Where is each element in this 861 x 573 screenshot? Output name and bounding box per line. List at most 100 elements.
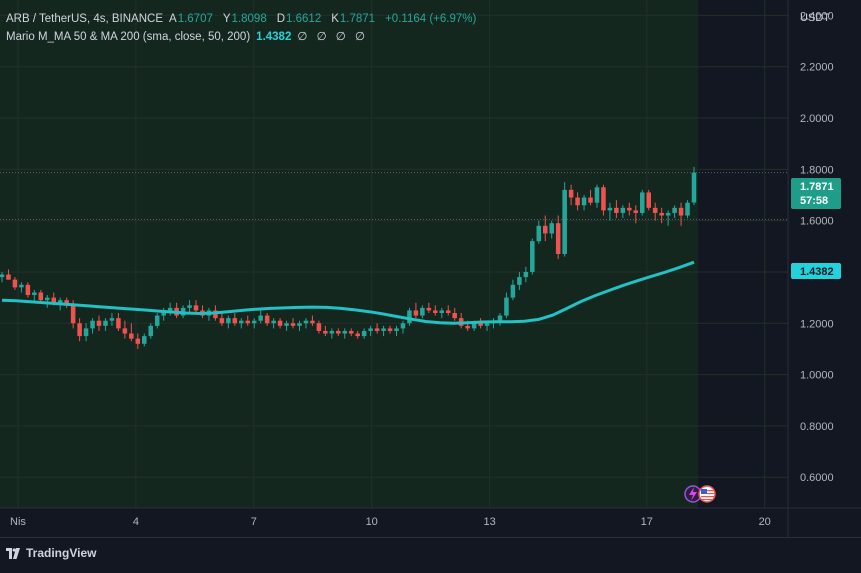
future-background xyxy=(698,0,788,508)
us-flag-canton-icon xyxy=(701,489,707,494)
plot-background xyxy=(0,0,698,508)
candle-body xyxy=(594,187,600,203)
candle-body xyxy=(251,320,257,324)
candle-body xyxy=(562,189,567,254)
price-tick-label: 2.2000 xyxy=(800,62,834,74)
candle-body xyxy=(232,318,238,324)
high-value: 1.8098 xyxy=(231,13,267,25)
candle-body xyxy=(116,318,121,329)
symbol-label[interactable]: ARB / TetherUS, 4s, BINANCE xyxy=(6,10,163,28)
candle-body xyxy=(530,241,535,272)
time-axis[interactable]: Nis 4 7 10 13 17 20 xyxy=(10,516,771,528)
footer-bar: TradingView xyxy=(0,537,861,568)
brand-name[interactable]: TradingView xyxy=(26,546,96,560)
candle-body xyxy=(659,212,664,216)
low-label: D xyxy=(276,13,286,25)
time-tick-label: 4 xyxy=(133,516,139,528)
time-tick-label: 7 xyxy=(251,516,257,528)
indicator-value: 1.4382 xyxy=(256,31,292,43)
candle-body xyxy=(154,315,160,326)
candle-body xyxy=(109,318,115,321)
candle-body xyxy=(665,212,671,216)
candle-body xyxy=(497,315,503,321)
candle-body xyxy=(290,323,296,326)
close-label: K xyxy=(331,13,339,25)
candle-body xyxy=(277,320,283,326)
candle-body xyxy=(6,274,11,280)
us-flag-stripe-icon xyxy=(707,493,714,495)
candle-body xyxy=(510,284,516,298)
candle-body xyxy=(323,330,328,334)
price-tick-label: 1.0000 xyxy=(800,370,834,382)
time-tick-label: 17 xyxy=(641,516,653,528)
candle-body xyxy=(652,207,658,213)
candle-body xyxy=(25,284,31,296)
candle-body xyxy=(387,328,393,331)
price-tick-label: 0.8000 xyxy=(800,421,834,433)
candle-body xyxy=(646,192,651,208)
candle-body xyxy=(12,279,18,288)
countdown-timer: 57:58 xyxy=(800,195,828,207)
open-value: 1.6707 xyxy=(177,13,213,25)
us-flag-stripe-icon xyxy=(702,499,713,501)
price-axis[interactable]: 2.40002.20002.00001.80001.60001.40001.20… xyxy=(800,10,834,484)
open-label: A xyxy=(169,13,177,25)
candle-body xyxy=(135,338,141,344)
candle-body xyxy=(45,297,50,301)
candle-body xyxy=(316,323,322,331)
indicator-name[interactable]: Mario M_MA 50 & MA 200 (sma, close, 50, … xyxy=(6,28,250,46)
candle-body xyxy=(297,323,302,326)
candle-body xyxy=(0,274,5,278)
candle-body xyxy=(122,328,128,334)
chart-legend: ARB / TetherUS, 4s, BINANCE A1.6707 Y1.8… xyxy=(6,10,480,46)
price-badge-value: 1.7871 xyxy=(800,181,834,193)
tradingview-logo-icon[interactable] xyxy=(6,547,20,559)
candle-body xyxy=(342,330,348,334)
candle-body xyxy=(245,320,251,324)
candle-body xyxy=(103,320,108,326)
candle-body xyxy=(83,328,89,337)
candle-body xyxy=(575,197,580,206)
candle-body xyxy=(581,197,587,206)
candle-body xyxy=(142,336,147,344)
indicator-row[interactable]: Mario M_MA 50 & MA 200 (sma, close, 50, … xyxy=(6,28,480,46)
candle-body xyxy=(452,313,457,319)
candle-body xyxy=(239,320,244,324)
candle-body xyxy=(433,310,438,314)
candle-body xyxy=(310,320,315,324)
candle-body xyxy=(691,172,697,203)
candle-body xyxy=(381,328,386,331)
indicator-extra-values: ∅ ∅ ∅ ∅ xyxy=(297,31,369,43)
candle-body xyxy=(639,192,645,213)
price-tick-label: 2.0000 xyxy=(800,113,834,125)
low-value: 1.6612 xyxy=(286,13,322,25)
candle-body xyxy=(96,320,102,326)
chart-area[interactable]: USDT 2.40002.20002.00001.80001.60001.400… xyxy=(0,0,861,568)
price-tick-label: 1.2000 xyxy=(800,318,834,330)
ma-badge: 1.4382 xyxy=(791,263,841,279)
candle-body xyxy=(633,210,639,213)
candle-body xyxy=(348,330,354,334)
candle-body xyxy=(614,207,619,213)
candle-body xyxy=(685,202,690,216)
candle-body xyxy=(284,323,289,326)
us-flag-stripe-icon xyxy=(701,496,714,498)
time-tick-label: Nis xyxy=(10,516,26,528)
candle-body xyxy=(517,277,522,285)
price-tick-label: 1.8000 xyxy=(800,164,834,176)
candle-body xyxy=(226,318,231,324)
candle-body xyxy=(271,320,276,324)
time-tick-label: 13 xyxy=(483,516,495,528)
time-tick-label: 10 xyxy=(366,516,378,528)
price-chart[interactable]: USDT 2.40002.20002.00001.80001.60001.400… xyxy=(0,0,861,568)
candle-body xyxy=(374,328,380,331)
candle-body xyxy=(672,207,677,213)
candle-body xyxy=(420,307,425,316)
candle-body xyxy=(38,292,44,301)
candle-body xyxy=(303,320,309,324)
candle-body xyxy=(542,225,548,234)
ma-badge-value: 1.4382 xyxy=(800,266,834,278)
candle-body xyxy=(394,328,399,331)
candle-body xyxy=(620,207,626,213)
change-value: +0.1164 (+6.97%) xyxy=(385,13,477,25)
